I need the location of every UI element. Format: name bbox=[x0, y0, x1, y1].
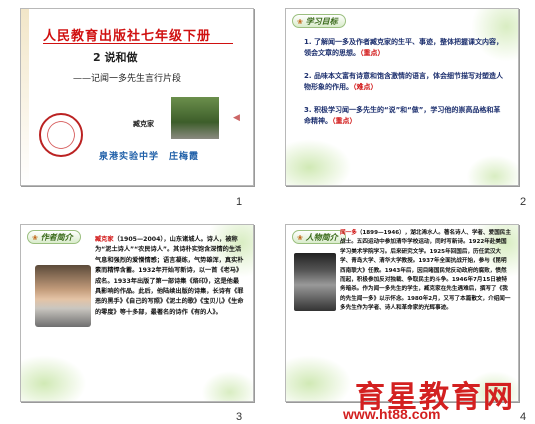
school-logo-icon bbox=[39, 113, 83, 157]
decorative-bar bbox=[21, 9, 29, 185]
goal-item: 2. 品味本文富有诗意和饱含激情的语言，体会细节描写对塑造人物形象的作用。（难点… bbox=[304, 71, 504, 93]
section-tag-label: 作者简介 bbox=[40, 233, 73, 242]
section-tag: ❀ 人物简介 bbox=[292, 230, 346, 244]
slide-3-thumbnail[interactable]: ❀ 作者简介 臧克家（1905—2004），山东诸城人。诗人，被称为“泥土诗人”… bbox=[20, 224, 254, 402]
slide-footer bbox=[31, 177, 243, 183]
watermark-url: www.ht88.com bbox=[343, 406, 441, 422]
slide-footer bbox=[296, 177, 508, 183]
lesson-title: 2 说和做 bbox=[93, 51, 138, 64]
subject-bio-name: 闻一多 bbox=[340, 230, 357, 236]
author-bio-name: 臧克家 bbox=[95, 236, 114, 243]
goal-mark: （重点） bbox=[332, 117, 357, 125]
author-name: 臧克家 bbox=[133, 120, 154, 128]
goal-item: 3. 积极学习闻一多先生的“说”和“做”，学习他的崇高品格和革命精神。（重点） bbox=[304, 105, 504, 127]
leaf-background bbox=[286, 9, 518, 185]
section-tag: ❀ 学习目标 bbox=[292, 14, 346, 28]
landscape-photo bbox=[171, 97, 219, 139]
subject-portrait bbox=[294, 253, 336, 311]
section-tag: ❀ 作者简介 bbox=[27, 230, 81, 244]
goal-mark: （难点） bbox=[353, 83, 378, 91]
subject-bio-text: （1899—1946），湖北浠水人。著名诗人、学者、爱国民主战士。五四运动中参加… bbox=[340, 230, 511, 312]
slide-2-thumbnail[interactable]: ❀ 学习目标 1. 了解闻一多及作者臧克家的生平、事迹，整体把握课文内容，领会文… bbox=[285, 8, 519, 186]
slide-number: 1 bbox=[236, 196, 243, 208]
section-tag-label: 学习目标 bbox=[305, 17, 338, 26]
section-tag-label: 人物简介 bbox=[305, 233, 338, 242]
slide-number: 2 bbox=[520, 196, 527, 208]
goal-item: 1. 了解闻一多及作者臧克家的生平、事迹，整体把握课文内容，领会文章的思想。（重… bbox=[304, 37, 504, 59]
speaker-icon[interactable]: ◀ bbox=[233, 113, 241, 123]
author-bio-text: （1905—2004），山东诸城人。诗人，被称为“泥土诗人”“农民诗人”。其诗朴… bbox=[95, 236, 244, 316]
slide-number: 4 bbox=[520, 411, 527, 423]
goal-text: 1. 了解闻一多及作者臧克家的生平、事迹，整体把握课文内容，领会文章的思想。 bbox=[304, 38, 503, 57]
title-underline bbox=[43, 43, 233, 44]
author-portrait bbox=[35, 265, 91, 327]
school-teacher: 泉港实验中学 庄梅霞 bbox=[99, 152, 200, 162]
subject-bio: 闻一多（1899—1946），湖北浠水人。著名诗人、学者、爱国民主战士。五四运动… bbox=[340, 229, 512, 314]
author-bio: 臧克家（1905—2004），山东诸城人。诗人，被称为“泥土诗人”“农民诗人”。… bbox=[95, 235, 245, 318]
goal-mark: （重点） bbox=[360, 49, 385, 57]
lesson-subtitle: ——记闻一多先生言行片段 bbox=[73, 74, 182, 84]
goal-text: 2. 品味本文富有诗意和饱含激情的语言，体会细节描写对塑造人物形象的作用。 bbox=[304, 72, 503, 91]
slide-title: 人民教育出版社七年级下册 bbox=[43, 29, 212, 44]
slide-number: 3 bbox=[236, 411, 243, 423]
slide-1-thumbnail[interactable]: 人民教育出版社七年级下册 2 说和做 ——记闻一多先生言行片段 ◀ 臧克家 泉港… bbox=[20, 8, 254, 186]
